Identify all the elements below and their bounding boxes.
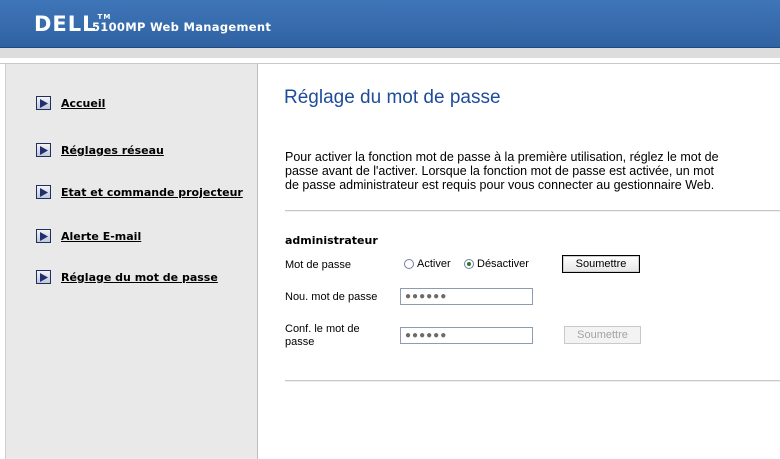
divider-bottom [285, 380, 780, 382]
intro-line: Pour activer la fonction mot de passe à … [285, 150, 719, 164]
intro-text: Pour activer la fonction mot de passe à … [285, 150, 780, 192]
radio-enable-label: Activer [417, 258, 451, 270]
play-arrow-icon [36, 185, 51, 199]
submit-button-disabled: Soumettre [564, 326, 641, 344]
radio-disable-label: Désactiver [477, 258, 529, 270]
new-password-field[interactable]: ●●●●●● [400, 288, 533, 305]
divider-top [285, 210, 780, 212]
sidebar-item-accueil[interactable]: Accueil [36, 96, 105, 110]
sidebar-item-label: Réglages réseau [61, 143, 164, 157]
confirm-label-line: passe [285, 336, 315, 348]
intro-line: de passe administrateur est requis pour … [285, 178, 715, 192]
page-title: Réglage du mot de passe [284, 87, 501, 108]
play-arrow-icon [36, 229, 51, 243]
password-label: Mot de passe [285, 259, 352, 271]
sidebar-item-label: Réglage du mot de passe [61, 270, 218, 284]
sidebar-item-label: Accueil [61, 96, 106, 110]
play-arrow-icon [36, 143, 51, 157]
radio-disable[interactable]: Désactiver [464, 258, 529, 270]
radio-disable-circle[interactable] [464, 259, 474, 269]
play-arrow-icon [36, 270, 51, 284]
main-content: Réglage du mot de passe Pour activer la … [257, 64, 780, 459]
submit-button[interactable]: Soumettre [562, 255, 640, 273]
sidebar: Accueil Réglages réseau Etat et commande… [5, 64, 258, 459]
confirm-label-line: Conf. le mot de [285, 323, 360, 335]
confirm-password-field[interactable]: ●●●●●● [400, 327, 533, 344]
sidebar-item-alerte-email[interactable]: Alerte E-mail [36, 229, 141, 243]
confirm-password-label: Conf. le mot de passe [285, 323, 360, 349]
sidebar-item-reglages-reseau[interactable]: Réglages réseau [36, 143, 164, 157]
play-arrow-icon [36, 96, 51, 110]
radio-enable[interactable]: Activer [404, 258, 451, 270]
sidebar-item-label: Etat et commande projecteur [61, 185, 243, 199]
sidebar-item-reglage-mot-de-passe[interactable]: Réglage du mot de passe [36, 270, 218, 284]
section-heading: administrateur [285, 234, 378, 247]
new-password-label: Nou. mot de passe [285, 291, 378, 303]
sidebar-item-etat-commande[interactable]: Etat et commande projecteur [36, 185, 243, 199]
logo-text: DELL [34, 12, 97, 36]
header-stripe [0, 48, 780, 58]
radio-enable-circle[interactable] [404, 259, 414, 269]
app-title: 5100MP Web Management [92, 20, 272, 34]
intro-line: passe avant de l'activer. Lorsque la fon… [285, 164, 715, 178]
sidebar-item-label: Alerte E-mail [61, 229, 142, 243]
header-bar: DELLTM 5100MP Web Management [0, 0, 780, 48]
